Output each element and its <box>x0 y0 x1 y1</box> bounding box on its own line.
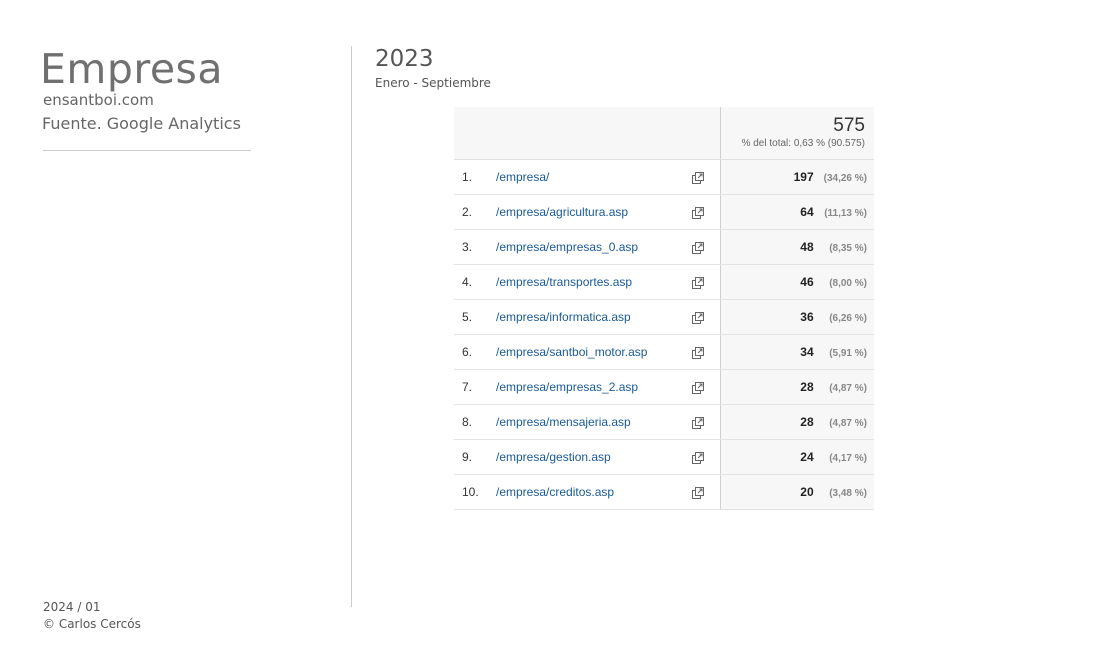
row-metric-value: 197 <box>793 170 814 184</box>
row-metric-percent: (3,48 %) <box>829 488 867 499</box>
row-metric-cell: 197 (34,26 %) <box>720 159 874 195</box>
row-metric-value: 36 <box>800 310 814 324</box>
row-metric-percent: (11,13 %) <box>824 208 867 219</box>
row-link-icon-cell[interactable] <box>692 404 721 440</box>
row-index: 7. <box>454 369 496 405</box>
row-metric-value: 46 <box>800 275 814 289</box>
row-index: 9. <box>454 439 496 475</box>
row-metric-cell: 28 (4,87 %) <box>720 369 874 405</box>
table-header-row: 575 % del total: 0,63 % (90.575) <box>454 107 874 160</box>
row-index: 2. <box>454 194 496 230</box>
row-page-link[interactable]: /empresa/empresas_2.asp <box>496 369 692 405</box>
external-link-icon[interactable] <box>692 346 704 359</box>
row-metric-value: 24 <box>800 450 814 464</box>
row-link-icon-cell[interactable] <box>692 334 721 370</box>
row-metric-percent: (4,17 %) <box>829 453 867 464</box>
external-link-icon[interactable] <box>692 486 704 499</box>
row-metric-cell: 24 (4,17 %) <box>720 439 874 475</box>
external-link-icon[interactable] <box>692 171 704 184</box>
external-link-icon[interactable] <box>692 206 704 219</box>
row-metric-percent: (5,91 %) <box>829 348 867 359</box>
row-metric-value: 28 <box>800 380 814 394</box>
external-link-icon[interactable] <box>692 416 704 429</box>
row-link-icon-cell[interactable] <box>692 229 721 265</box>
row-metric-value: 28 <box>800 415 814 429</box>
row-page-link[interactable]: /empresa/informatica.asp <box>496 299 692 335</box>
row-link-icon-cell[interactable] <box>692 474 721 510</box>
row-index: 10. <box>454 474 496 510</box>
row-page-link[interactable]: /empresa/ <box>496 159 692 195</box>
row-link-icon-cell[interactable] <box>692 264 721 300</box>
table-row: 9. /empresa/gestion.asp 24 (4,17 %) <box>454 439 874 475</box>
table-row: 1. /empresa/ 197 (34,26 %) <box>454 159 874 195</box>
table-row: 8. /empresa/mensajeria.asp 28 (4,87 %) <box>454 404 874 440</box>
table-row: 2. /empresa/agricultura.asp 64 (11,13 %) <box>454 194 874 230</box>
row-metric-value: 34 <box>800 345 814 359</box>
row-metric-value: 20 <box>800 485 814 499</box>
row-metric-percent: (4,87 %) <box>829 418 867 429</box>
row-page-link[interactable]: /empresa/mensajeria.asp <box>496 404 692 440</box>
row-metric-value: 48 <box>800 240 814 254</box>
table-row: 3. /empresa/empresas_0.asp 48 (8,35 %) <box>454 229 874 265</box>
row-link-icon-cell[interactable] <box>692 369 721 405</box>
row-index: 3. <box>454 229 496 265</box>
row-metric-percent: (34,26 %) <box>823 173 867 184</box>
data-source: Fuente. Google Analytics <box>42 114 241 133</box>
report-table: 575 % del total: 0,63 % (90.575) 1. /emp… <box>454 107 874 510</box>
row-metric-cell: 36 (6,26 %) <box>720 299 874 335</box>
row-page-link[interactable]: /empresa/transportes.asp <box>496 264 692 300</box>
footer-date: 2024 / 01 <box>43 600 101 614</box>
row-page-link[interactable]: /empresa/creditos.asp <box>496 474 692 510</box>
external-link-icon[interactable] <box>692 241 704 254</box>
row-page-link[interactable]: /empresa/santboi_motor.asp <box>496 334 692 370</box>
page-title: Empresa <box>40 45 224 93</box>
row-metric-percent: (6,26 %) <box>829 313 867 324</box>
vertical-divider <box>351 46 352 607</box>
left-panel: Empresa ensantboi.com Fuente. Google Ana… <box>0 0 352 670</box>
period-year: 2023 <box>375 46 434 72</box>
external-link-icon[interactable] <box>692 276 704 289</box>
row-index: 1. <box>454 159 496 195</box>
row-link-icon-cell[interactable] <box>692 194 721 230</box>
row-metric-cell: 20 (3,48 %) <box>720 474 874 510</box>
row-link-icon-cell[interactable] <box>692 439 721 475</box>
table-row: 6. /empresa/santboi_motor.asp 34 (5,91 %… <box>454 334 874 370</box>
table-row: 5. /empresa/informatica.asp 36 (6,26 %) <box>454 299 874 335</box>
external-link-icon[interactable] <box>692 381 704 394</box>
table-row: 10. /empresa/creditos.asp 20 (3,48 %) <box>454 474 874 510</box>
site-name: ensantboi.com <box>43 91 154 109</box>
left-divider <box>43 150 251 151</box>
table-row: 4. /empresa/transportes.asp 46 (8,00 %) <box>454 264 874 300</box>
row-index: 4. <box>454 264 496 300</box>
row-page-link[interactable]: /empresa/empresas_0.asp <box>496 229 692 265</box>
metric-total-share: % del total: 0,63 % (90.575) <box>741 138 865 149</box>
dimension-header <box>454 107 721 160</box>
period-range: Enero - Septiembre <box>375 76 491 90</box>
row-metric-percent: (8,35 %) <box>829 243 867 254</box>
row-metric-percent: (8,00 %) <box>829 278 867 289</box>
table-row: 7. /empresa/empresas_2.asp 28 (4,87 %) <box>454 369 874 405</box>
metric-total-value: 575 <box>833 115 865 136</box>
row-metric-cell: 64 (11,13 %) <box>720 194 874 230</box>
row-metric-percent: (4,87 %) <box>829 383 867 394</box>
external-link-icon[interactable] <box>692 451 704 464</box>
metric-header: 575 % del total: 0,63 % (90.575) <box>720 107 874 160</box>
table-body: 1. /empresa/ 197 (34,26 %) 2. /empresa/a… <box>454 159 874 510</box>
row-page-link[interactable]: /empresa/agricultura.asp <box>496 194 692 230</box>
external-link-icon[interactable] <box>692 311 704 324</box>
row-metric-cell: 34 (5,91 %) <box>720 334 874 370</box>
row-metric-cell: 48 (8,35 %) <box>720 229 874 265</box>
row-link-icon-cell[interactable] <box>692 299 721 335</box>
row-index: 6. <box>454 334 496 370</box>
row-link-icon-cell[interactable] <box>692 159 721 195</box>
row-metric-cell: 28 (4,87 %) <box>720 404 874 440</box>
row-index: 8. <box>454 404 496 440</box>
row-metric-cell: 46 (8,00 %) <box>720 264 874 300</box>
row-index: 5. <box>454 299 496 335</box>
row-metric-value: 64 <box>800 205 814 219</box>
footer-copyright: © Carlos Cercós <box>43 617 141 631</box>
row-page-link[interactable]: /empresa/gestion.asp <box>496 439 692 475</box>
